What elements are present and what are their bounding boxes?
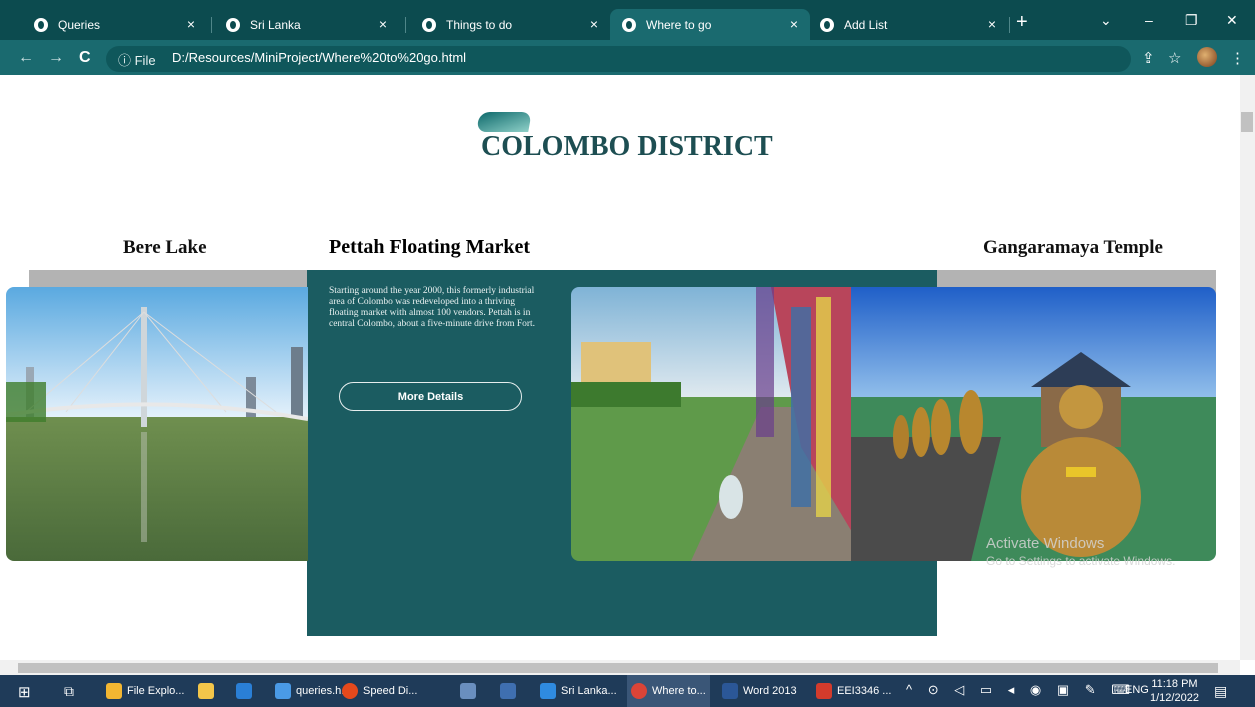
tab-separator [1009, 17, 1010, 33]
pdf-icon [816, 683, 832, 699]
card-title-pettah: Pettah Floating Market [329, 236, 531, 258]
app-icon [500, 683, 516, 699]
close-icon[interactable]: × [790, 16, 798, 32]
bookmark-star-icon[interactable]: ☆ [1168, 49, 1181, 67]
taskbar-label: Sri Lanka... [561, 685, 617, 697]
brand-logo [476, 112, 532, 132]
close-icon[interactable]: × [187, 16, 195, 32]
mail-icon [236, 683, 252, 699]
bere-lake-photo [6, 287, 308, 561]
taskbar-label: Speed Di... [363, 685, 418, 697]
taskbar-queries[interactable]: queries.h... [275, 683, 350, 699]
taskbar-file-explorer[interactable]: File Explo... [106, 683, 184, 699]
card-title-gangaramaya: Gangaramaya Temple [983, 237, 1163, 258]
windows-taskbar: ⊞ ⧉ File Explo... queries.h... Speed Di.… [0, 675, 1255, 707]
taskbar-label: Word 2013 [743, 685, 797, 697]
browser-window: Queries × Sri Lanka × Things to do × Whe… [0, 0, 1255, 707]
tab-label: Sri Lanka [250, 17, 301, 32]
taskbar-chrome[interactable]: Where to... [627, 675, 710, 707]
start-windows-icon[interactable]: ⊞ [18, 683, 31, 701]
globe-icon [422, 17, 436, 32]
globe-icon [34, 17, 48, 32]
menu-icon[interactable]: ⋮ [1230, 49, 1245, 67]
tab-queries[interactable]: Queries × [22, 9, 207, 40]
url-text[interactable]: D:/Resources/MiniProject/Where%20to%20go… [172, 50, 466, 65]
task-view-icon[interactable]: ⧉ [64, 683, 74, 700]
vscode-icon [540, 683, 556, 699]
globe-icon [226, 17, 240, 32]
back-icon[interactable]: ← [18, 49, 34, 67]
new-tab-button[interactable]: + [1016, 11, 1028, 34]
tab-where-to-go[interactable]: Where to go × [610, 9, 810, 40]
folder-icon [106, 683, 122, 699]
taskbar-app[interactable] [460, 683, 481, 699]
activation-watermark: Activate Windows [986, 535, 1105, 552]
store-icon [198, 683, 214, 699]
page-content: COLOMBO DISTRICT Bere Lake Pettah Floati… [0, 75, 1240, 660]
taskbar-mail[interactable] [236, 683, 257, 699]
page-title: COLOMBO DISTRICT [481, 131, 773, 162]
chrome-icon [631, 683, 647, 699]
vertical-scrollbar[interactable] [1240, 75, 1255, 660]
profile-avatar[interactable] [1197, 47, 1217, 67]
more-details-button[interactable]: More Details [339, 382, 522, 411]
notifications-icon[interactable]: ▤ [1214, 683, 1227, 700]
app-icon [460, 683, 476, 699]
gangaramaya-temple-photo [851, 287, 1216, 561]
taskbar-label: EEI3346 ... [837, 685, 892, 697]
vertical-scroll-thumb[interactable] [1241, 112, 1253, 132]
address-bar[interactable]: ⓘ File D:/Resources/MiniProject/Where%20… [106, 46, 1131, 72]
tab-label: Add List [844, 17, 888, 32]
tab-label: Where to go [646, 17, 712, 32]
site-info[interactable]: ⓘ File [118, 50, 156, 69]
toolbar: ← → C ⓘ File D:/Resources/MiniProject/Wh… [0, 40, 1255, 75]
forward-icon[interactable]: → [48, 49, 64, 67]
opera-icon [342, 683, 358, 699]
notepad-icon [275, 683, 291, 699]
close-icon[interactable]: × [379, 16, 387, 32]
tab-sri-lanka[interactable]: Sri Lanka × [214, 9, 399, 40]
close-icon[interactable]: × [590, 16, 598, 32]
clock-time: 11:18 PM [1151, 678, 1198, 690]
tab-separator [405, 17, 406, 33]
taskbar-word[interactable]: Word 2013 [722, 683, 797, 699]
tab-strip: Queries × Sri Lanka × Things to do × Whe… [0, 0, 1255, 40]
taskbar-label: Where to... [652, 685, 706, 697]
tab-search-icon[interactable]: ⌄ [1100, 12, 1112, 29]
card-title-bere-lake: Bere Lake [123, 237, 207, 258]
taskbar-opera[interactable]: Speed Di... [342, 683, 417, 699]
close-window-button[interactable]: ✕ [1226, 12, 1238, 29]
clock[interactable]: 11:18 PM 1/12/2022 [1150, 677, 1199, 705]
tab-things-to-do[interactable]: Things to do × [410, 9, 610, 40]
word-icon [722, 683, 738, 699]
activation-watermark-sub: Go to Settings to activate Windows. [986, 554, 1176, 568]
tab-separator [211, 17, 212, 33]
close-icon[interactable]: × [988, 16, 996, 32]
tab-label: Things to do [446, 17, 513, 32]
taskbar-vscode[interactable]: Sri Lanka... [540, 683, 617, 699]
restore-button[interactable]: ❐ [1185, 12, 1198, 29]
pettah-market-photo [571, 287, 855, 561]
taskbar-label: File Explo... [127, 685, 185, 697]
taskbar-pdf[interactable]: EEI3346 ... [816, 683, 891, 699]
language-indicator[interactable]: ENG [1125, 684, 1149, 696]
share-icon[interactable]: ⇪ [1142, 49, 1155, 67]
minimize-button[interactable]: – [1145, 12, 1153, 28]
taskbar-store[interactable] [198, 683, 219, 699]
globe-icon [622, 17, 636, 32]
system-tray-icons[interactable]: ^ ⊙ ◁ ▭ ◂ ◉ ▣ ✎ ⌨ [906, 682, 1136, 698]
tab-add-list[interactable]: Add List × [808, 9, 1008, 40]
horizontal-scroll-thumb[interactable] [18, 663, 1218, 673]
taskbar-app-2[interactable] [500, 683, 521, 699]
clock-date: 1/12/2022 [1150, 692, 1199, 704]
globe-icon [820, 17, 834, 32]
tab-label: Queries [58, 17, 101, 32]
reload-icon[interactable]: C [79, 49, 91, 67]
card-description: Starting around the year 2000, this form… [329, 286, 536, 329]
